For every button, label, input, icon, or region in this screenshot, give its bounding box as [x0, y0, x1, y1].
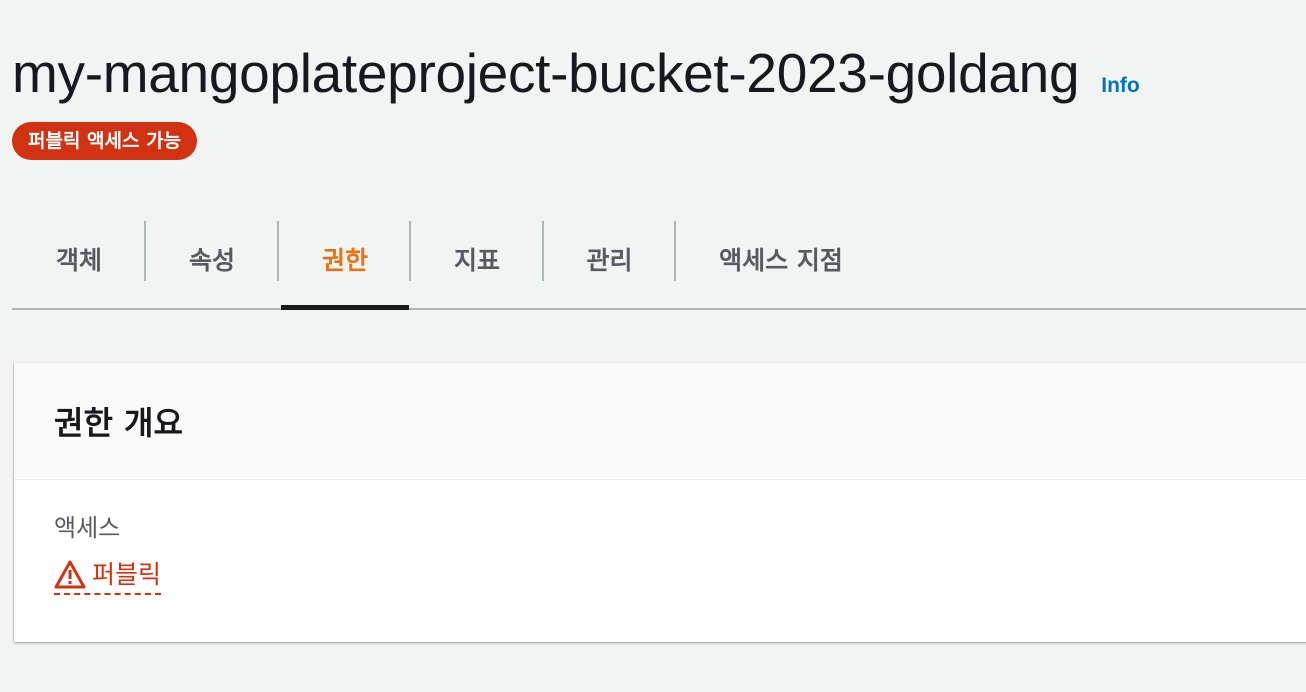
tab-label: 권한	[321, 246, 368, 275]
tab-label: 지표	[453, 246, 500, 275]
tab-permissions[interactable]: 권한	[281, 210, 409, 310]
page-title: my-mangoplateproject-bucket-2023-goldang	[12, 42, 1080, 104]
page-header: my-mangoplateproject-bucket-2023-goldang…	[12, 38, 1140, 108]
access-label: 액세스	[54, 514, 121, 542]
permissions-overview-panel: 권한 개요 액세스 퍼블릭	[14, 363, 1306, 642]
tab-management[interactable]: 관리	[544, 210, 675, 308]
tab-access-points[interactable]: 액세스 지점	[676, 210, 886, 308]
info-link[interactable]: Info	[1101, 74, 1139, 98]
panel-header: 권한 개요	[14, 363, 1306, 480]
warning-icon	[54, 559, 86, 591]
tab-properties[interactable]: 속성	[146, 210, 278, 308]
access-value: 퍼블릭	[92, 560, 162, 589]
tab-label: 객체	[55, 246, 102, 275]
panel-body: 액세스 퍼블릭	[14, 480, 1306, 595]
access-value-popover-trigger[interactable]: 퍼블릭	[54, 559, 162, 595]
tab-objects[interactable]: 객체	[12, 210, 146, 308]
tab-divider	[277, 221, 279, 281]
status-badge: 퍼블릭 액세스 가능	[12, 122, 198, 160]
tab-label: 속성	[188, 246, 235, 275]
tab-label: 관리	[586, 246, 633, 275]
tab-bar: 객체 속성 권한 지표 관리 액세스 지점	[12, 210, 1306, 310]
tab-metrics[interactable]: 지표	[411, 210, 543, 308]
panel-title: 권한 개요	[54, 404, 183, 442]
tab-label: 액세스 지점	[719, 246, 843, 275]
